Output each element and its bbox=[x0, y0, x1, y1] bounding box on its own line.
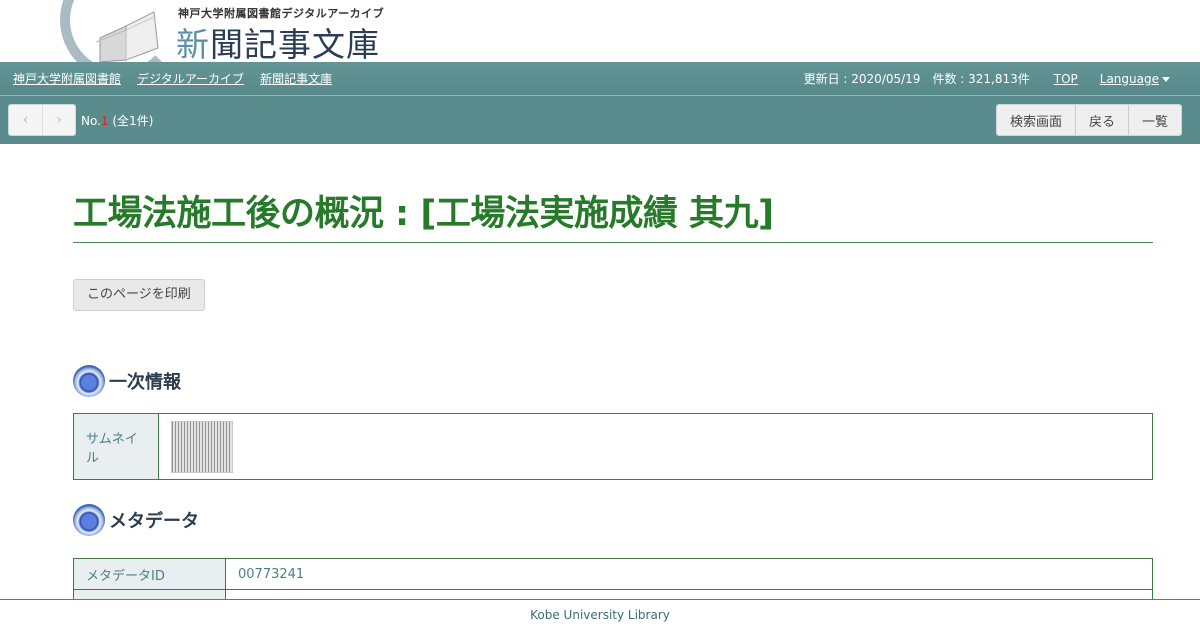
thumbnail-label: サムネイル bbox=[73, 413, 159, 480]
action-buttons: 検索画面 戻る 一覧 bbox=[995, 104, 1182, 136]
nav-link-digital-archive[interactable]: デジタルアーカイブ bbox=[137, 70, 244, 87]
result-no-value: 1 bbox=[100, 113, 109, 128]
site-header: 神戸大学附属図書館デジタルアーカイブ 新聞記事文庫 bbox=[0, 0, 1200, 62]
list-button[interactable]: 一覧 bbox=[1127, 105, 1181, 135]
result-position: No.1 (全1件) bbox=[81, 112, 153, 129]
next-button[interactable]: › bbox=[42, 105, 75, 135]
logo-title-first-char: 新 bbox=[176, 25, 210, 62]
section-title-metadata: メタデータ bbox=[109, 511, 199, 532]
result-no-prefix: No. bbox=[81, 113, 101, 128]
record-count: 件数 : 321,813件 bbox=[932, 72, 1030, 86]
footer-text: Kobe University Library bbox=[530, 608, 670, 622]
section-bullet-icon bbox=[73, 504, 105, 536]
back-button[interactable]: 戻る bbox=[1074, 105, 1128, 135]
footer: Kobe University Library bbox=[0, 599, 1200, 630]
logo-title[interactable]: 新聞記事文庫 bbox=[176, 18, 380, 62]
main-content: 工場法施工後の概況 : [工場法実施成績 其九] このページを印刷 一次情報 サ… bbox=[73, 144, 1153, 621]
section-bullet-icon bbox=[73, 365, 105, 397]
primary-info-table: サムネイル bbox=[73, 413, 1153, 480]
navbar: 神戸大学附属図書館 デジタルアーカイブ 新聞記事文庫 更新日 : 2020/05… bbox=[0, 62, 1200, 96]
thumbnail-cell bbox=[158, 413, 1153, 480]
result-toolbar: ‹ › No.1 (全1件) 検索画面 戻る 一覧 bbox=[0, 96, 1200, 144]
caret-down-icon bbox=[1162, 76, 1170, 82]
nav-link-newspaper-archive[interactable]: 新聞記事文庫 bbox=[260, 70, 332, 87]
page-title: 工場法施工後の概況 : [工場法実施成績 其九] bbox=[73, 192, 1153, 243]
section-metadata: メタデータ bbox=[73, 504, 1153, 536]
result-total: (全1件) bbox=[108, 113, 154, 128]
search-screen-button[interactable]: 検索画面 bbox=[996, 105, 1075, 135]
table-row: メタデータID 00773241 bbox=[73, 558, 1153, 590]
updated-date: 更新日 : 2020/05/19 bbox=[803, 72, 921, 86]
metadata-id-label: メタデータID bbox=[73, 558, 226, 590]
thumbnail-image[interactable] bbox=[171, 420, 233, 473]
section-primary-info: 一次情報 bbox=[73, 365, 1153, 397]
logo-title-rest: 聞記事文庫 bbox=[210, 25, 380, 62]
section-title-primary: 一次情報 bbox=[109, 372, 181, 393]
pager: ‹ › bbox=[8, 104, 76, 136]
book-icon bbox=[95, 11, 159, 62]
print-page-button[interactable]: このページを印刷 bbox=[73, 279, 205, 311]
prev-button[interactable]: ‹ bbox=[9, 105, 42, 135]
metadata-id-value: 00773241 bbox=[225, 558, 1153, 590]
language-label: Language bbox=[1099, 71, 1159, 86]
nav-link-library[interactable]: 神戸大学附属図書館 bbox=[13, 70, 121, 87]
table-row: サムネイル bbox=[73, 413, 1153, 480]
language-dropdown[interactable]: Language bbox=[1100, 72, 1170, 86]
nav-link-top[interactable]: TOP bbox=[1054, 72, 1078, 86]
